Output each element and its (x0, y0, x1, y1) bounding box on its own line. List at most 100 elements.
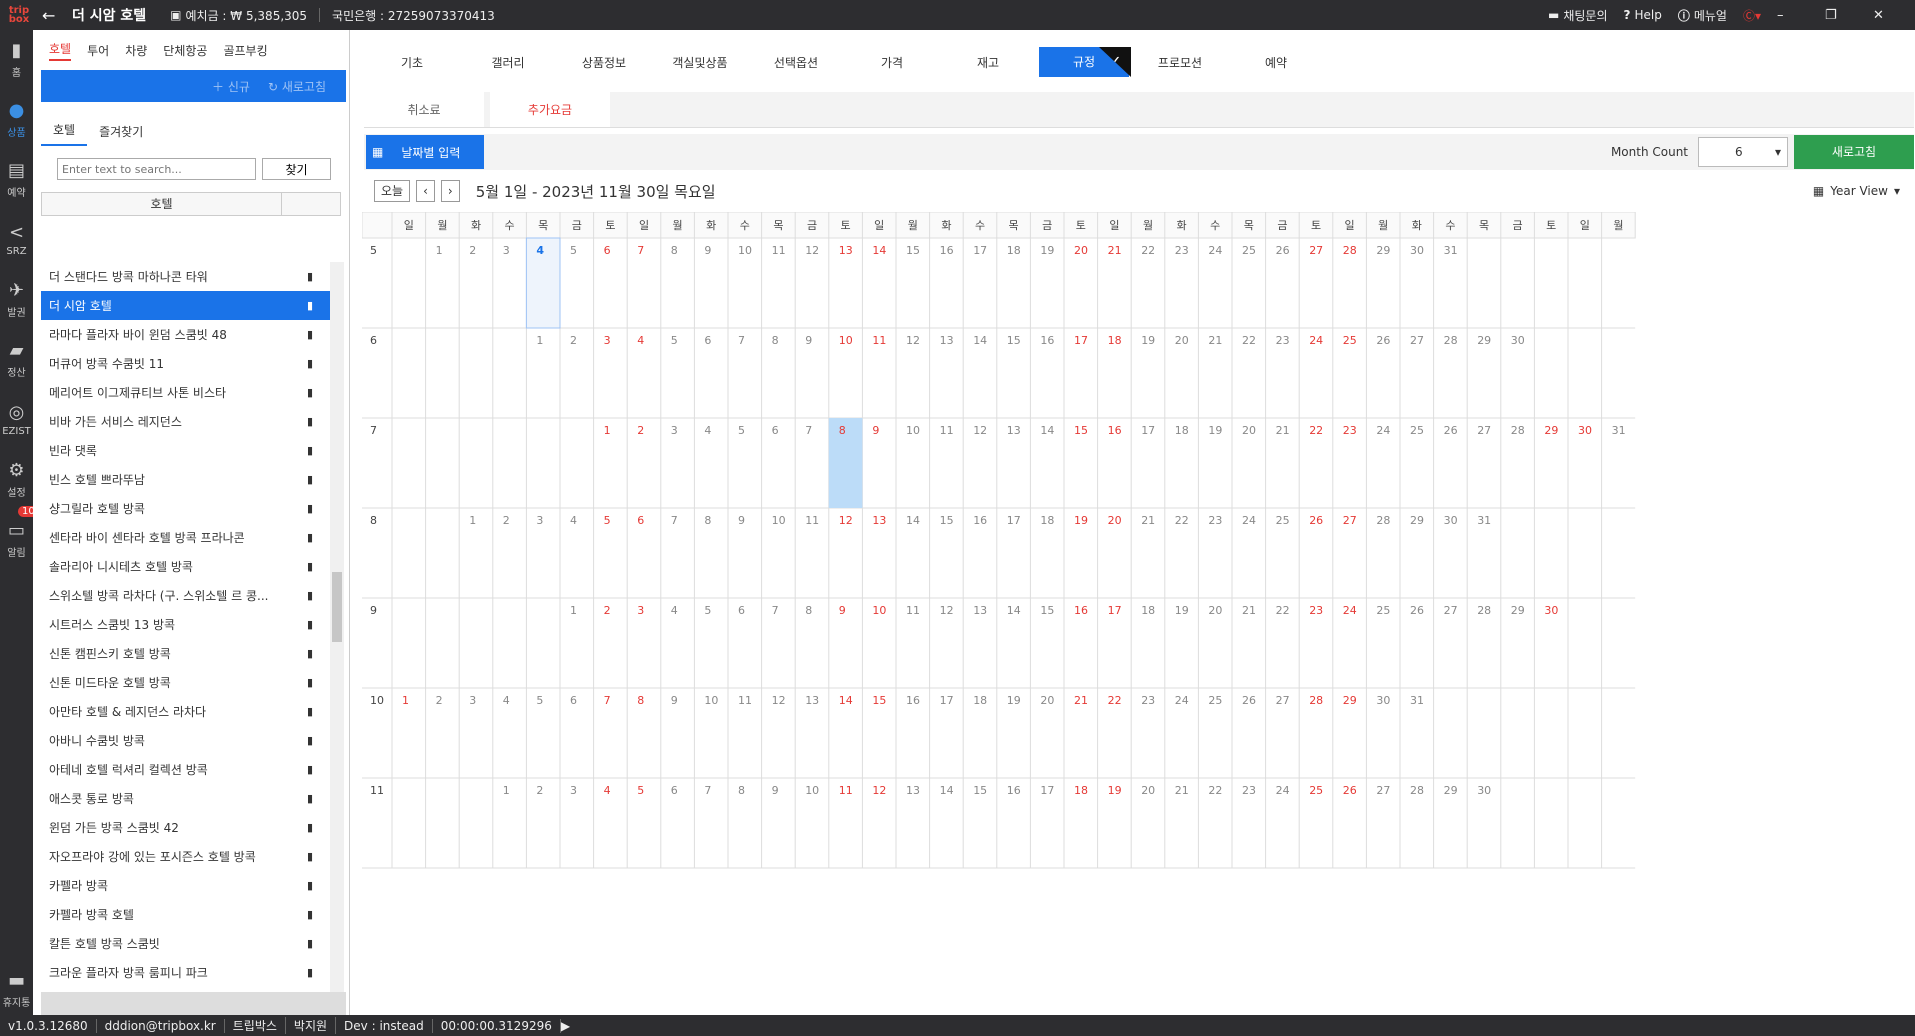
rail-item-trash[interactable]: ▬ 휴지통 (0, 960, 33, 1020)
category-tab-1[interactable]: 투어 (87, 42, 109, 59)
day-cell[interactable]: 16 (1007, 784, 1021, 797)
day-cell[interactable]: 13 (805, 694, 819, 707)
day-cell[interactable]: 28 (1477, 604, 1491, 617)
tab-8[interactable]: 프로모션 (1132, 54, 1228, 71)
day-cell[interactable]: 11 (940, 424, 954, 437)
day-cell[interactable]: 12 (940, 604, 954, 617)
day-cell[interactable]: 4 (671, 604, 678, 617)
day-cell[interactable]: 4 (570, 514, 577, 527)
day-cell[interactable]: 15 (872, 694, 886, 707)
day-cell[interactable]: 5 (671, 334, 678, 347)
day-cell[interactable]: 1 (536, 334, 543, 347)
day-cell[interactable]: 18 (1175, 424, 1189, 437)
day-cell[interactable]: 13 (940, 334, 954, 347)
bookmark-icon[interactable]: ▮ (307, 560, 313, 573)
day-cell[interactable]: 17 (973, 244, 987, 257)
day-cell[interactable]: 26 (1410, 604, 1424, 617)
day-cell[interactable]: 2 (604, 604, 611, 617)
day-cell[interactable]: 22 (1108, 694, 1122, 707)
close-icon[interactable]: ✕ (1873, 8, 1905, 23)
day-cell[interactable]: 17 (940, 694, 954, 707)
hotel-list-item[interactable]: 센타라 바이 센타라 호텔 방콕 프라나콘 ▮ (41, 523, 331, 552)
day-cell[interactable]: 3 (503, 244, 510, 257)
day-cell[interactable]: 18 (1074, 784, 1088, 797)
day-cell[interactable]: 31 (1612, 424, 1626, 437)
day-cell[interactable]: 13 (973, 604, 987, 617)
day-cell[interactable]: 19 (1074, 514, 1088, 527)
day-cell[interactable]: 25 (1242, 244, 1256, 257)
day-cell[interactable]: 26 (1242, 694, 1256, 707)
currency-icon[interactable]: Ⓒ▾ (1743, 7, 1761, 24)
day-cell[interactable]: 25 (1276, 514, 1290, 527)
bookmark-icon[interactable]: ▮ (307, 937, 313, 950)
day-cell[interactable]: 12 (839, 514, 853, 527)
category-tab-4[interactable]: 골프부킹 (223, 42, 267, 59)
sidebar-refresh-button[interactable]: ↻ 새로고침 (268, 78, 326, 95)
day-cell[interactable]: 19 (1040, 244, 1054, 257)
bookmark-icon[interactable]: ▮ (307, 734, 313, 747)
day-cell[interactable]: 9 (671, 694, 678, 707)
day-cell[interactable]: 29 (1376, 244, 1390, 257)
day-cell[interactable]: 28 (1343, 244, 1357, 257)
rail-item-0[interactable]: ▮ 홈 (0, 30, 33, 90)
day-cell[interactable]: 8 (805, 604, 812, 617)
day-cell[interactable]: 12 (906, 334, 920, 347)
day-cell[interactable]: 14 (940, 784, 954, 797)
day-cell[interactable]: 11 (738, 694, 752, 707)
day-cell[interactable]: 23 (1309, 604, 1323, 617)
day-cell[interactable]: 1 (469, 514, 476, 527)
day-cell[interactable]: 28 (1444, 334, 1458, 347)
day-cell[interactable]: 18 (973, 694, 987, 707)
back-icon[interactable]: ← (42, 6, 66, 25)
tab-4[interactable]: 선택옵션 (748, 54, 844, 71)
day-cell[interactable]: 23 (1208, 514, 1222, 527)
refresh-button[interactable]: 새로고침 (1794, 135, 1914, 169)
day-cell[interactable]: 23 (1175, 244, 1189, 257)
day-cell[interactable]: 9 (704, 244, 711, 257)
day-cell[interactable]: 9 (839, 604, 846, 617)
day-cell[interactable]: 23 (1343, 424, 1357, 437)
day-cell[interactable]: 7 (704, 784, 711, 797)
hotel-list-item[interactable]: 크라운 플라자 방콕 룸피니 파크 ▮ (41, 958, 331, 987)
day-cell[interactable]: 20 (1208, 604, 1222, 617)
rail-item-7[interactable]: ⚙ 설정 (0, 450, 33, 510)
day-cell[interactable]: 20 (1175, 334, 1189, 347)
day-cell[interactable]: 6 (570, 694, 577, 707)
category-tab-0[interactable]: 호텔 (49, 40, 72, 61)
hotel-list-item[interactable]: 신톤 캠핀스키 호텔 방콕 ▮ (41, 639, 331, 668)
day-cell[interactable]: 29 (1511, 604, 1525, 617)
day-cell[interactable]: 10 (738, 244, 752, 257)
day-cell[interactable]: 2 (637, 424, 644, 437)
day-cell[interactable]: 20 (1242, 424, 1256, 437)
day-cell[interactable]: 13 (1007, 424, 1021, 437)
bookmark-icon[interactable]: ▮ (307, 386, 313, 399)
day-cell[interactable]: 8 (839, 424, 846, 437)
day-cell[interactable]: 17 (1074, 334, 1088, 347)
day-cell[interactable]: 12 (805, 244, 819, 257)
day-cell[interactable]: 21 (1108, 244, 1122, 257)
day-cell[interactable]: 7 (671, 514, 678, 527)
day-cell[interactable]: 4 (704, 424, 711, 437)
day-cell[interactable]: 7 (772, 604, 779, 617)
day-cell[interactable]: 10 (872, 604, 886, 617)
day-cell[interactable]: 28 (1376, 514, 1390, 527)
view-select[interactable]: ▦ Year View ▾ (1813, 184, 1900, 198)
day-cell[interactable]: 18 (1007, 244, 1021, 257)
day-cell[interactable]: 27 (1343, 514, 1357, 527)
bookmark-icon[interactable]: ▮ (307, 966, 313, 979)
day-cell[interactable]: 11 (805, 514, 819, 527)
hotel-list-item[interactable]: 라마다 플라자 바이 윈덤 스쿰빗 48 ▮ (41, 320, 331, 349)
hotel-list-item[interactable]: 신톤 미드타운 호텔 방콕 ▮ (41, 668, 331, 697)
day-cell[interactable]: 21 (1175, 784, 1189, 797)
day-cell[interactable]: 14 (839, 694, 853, 707)
day-cell[interactable]: 5 (738, 424, 745, 437)
today-button[interactable]: 오늘 (374, 180, 411, 202)
day-cell[interactable]: 10 (704, 694, 718, 707)
bookmark-icon[interactable]: ▮ (307, 299, 313, 312)
day-cell[interactable]: 11 (906, 604, 920, 617)
day-cell[interactable]: 31 (1410, 694, 1424, 707)
day-cell[interactable]: 22 (1141, 244, 1155, 257)
hotel-list-item[interactable]: 빈라 댓록 ▮ (41, 436, 331, 465)
day-cell[interactable]: 15 (1040, 604, 1054, 617)
hotel-list-item[interactable]: 메리어트 이그제큐티브 사톤 비스타 ▮ (41, 378, 331, 407)
